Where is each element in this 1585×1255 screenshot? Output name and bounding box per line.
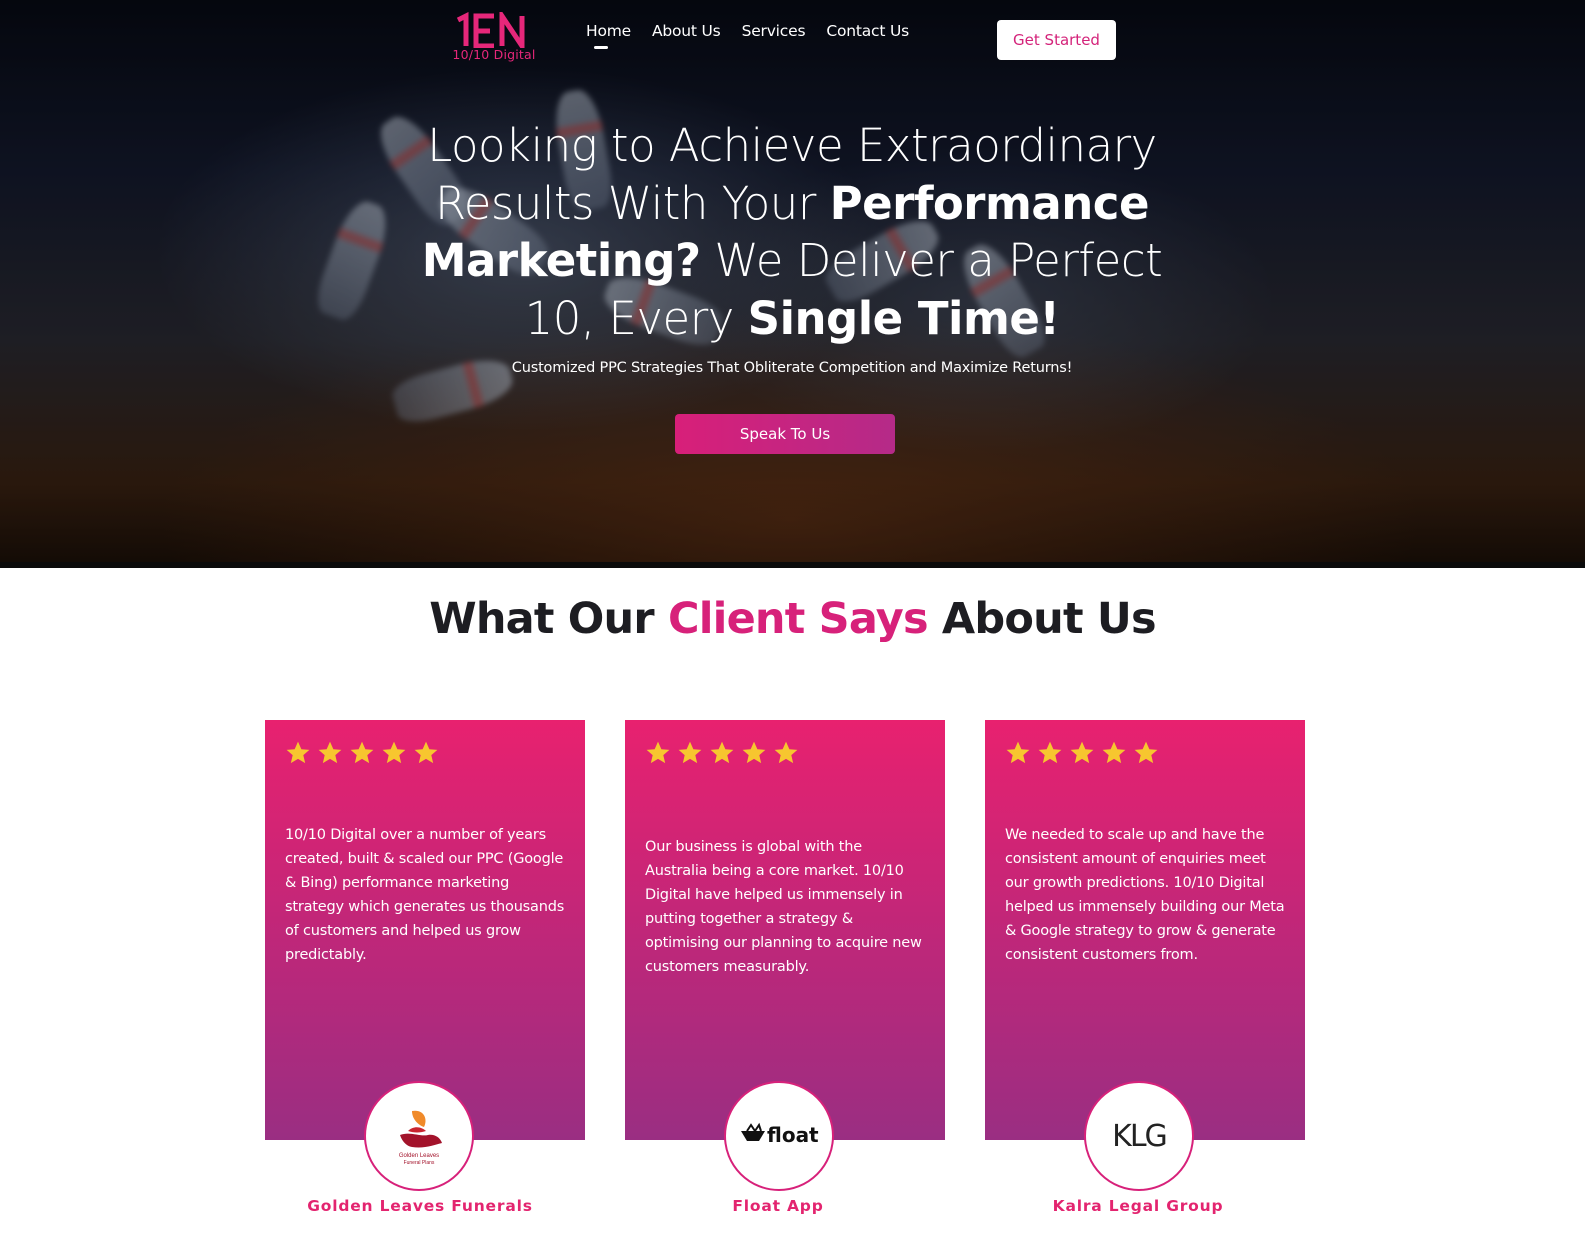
logo[interactable]: 10/10 Digital [448,12,548,64]
nav-item-services[interactable]: Services [742,22,806,40]
testimonial-card: We needed to scale up and have the consi… [985,720,1305,1140]
star-icon [1070,741,1094,764]
testimonials-title-accent: Client Says [667,594,929,644]
testimonial-card: Our business is global with the Australi… [625,720,945,1140]
star-icon [678,741,702,764]
rating-stars [1005,740,1159,766]
svg-text:Golden Leaves: Golden Leaves [399,1153,439,1159]
get-started-button[interactable]: Get Started [997,20,1116,60]
nav-item-about-us[interactable]: About Us [652,22,721,40]
nav-item-home[interactable]: Home [586,22,631,49]
testimonials-title-pre: What Our [429,594,668,644]
hero-section: 10/10 Digital Home About Us Services Con… [0,0,1585,568]
star-icon [710,741,734,764]
float-boat-icon: float [741,1122,819,1147]
testimonial-quote: We needed to scale up and have the consi… [1005,827,1285,963]
speak-to-us-button[interactable]: Speak To Us [675,414,895,454]
star-icon [414,741,438,764]
golden-leaves-logo: Golden Leaves Funeral Plans [364,1081,474,1191]
star-icon [350,741,374,764]
client-name: Kalra Legal Group [1052,1197,1224,1215]
float-logo: float [724,1081,834,1191]
star-icon [1006,741,1030,764]
testimonial-quote: 10/10 Digital over a number of years cre… [285,827,565,963]
leaf-hand-icon: Golden Leaves Funeral Plans [399,1110,442,1166]
star-icon [646,741,670,764]
star-icon [1134,741,1158,764]
logo-mark-icon [456,12,525,48]
testimonials-title-post: About Us [927,594,1157,644]
main-nav: Home About Us Services Contact Us [586,22,930,49]
hero-subtitle: Customized PPC Strategies That Obliterat… [511,360,1073,376]
testimonial-card: 10/10 Digital over a number of years cre… [265,720,585,1140]
star-icon [382,741,406,764]
star-icon [1102,741,1126,764]
logo-text: 10/10 Digital [452,47,536,62]
star-icon [742,741,766,764]
svg-text:Funeral Plans: Funeral Plans [404,1160,435,1166]
star-icon [1038,741,1062,764]
star-icon [774,741,798,764]
svg-text:float: float [767,1123,819,1147]
klg-monogram-icon: KLG [1112,1119,1168,1154]
client-name: Golden Leaves Funerals [307,1197,533,1215]
hero-title: Looking to Achieve Extraordinary Results… [392,117,1192,347]
star-icon [286,741,310,764]
nav-item-contact-us[interactable]: Contact Us [826,22,909,40]
testimonial-quote: Our business is global with the Australi… [645,839,922,975]
rating-stars [645,740,799,766]
svg-text:KLG: KLG [1112,1119,1166,1154]
client-name: Float App [732,1197,824,1215]
hero-title-highlight-2: Single Time! [747,291,1060,345]
testimonials-title: What Our Client Says About Us [0,594,1585,644]
klg-logo: KLG [1084,1081,1194,1191]
rating-stars [285,740,439,766]
star-icon [318,741,342,764]
